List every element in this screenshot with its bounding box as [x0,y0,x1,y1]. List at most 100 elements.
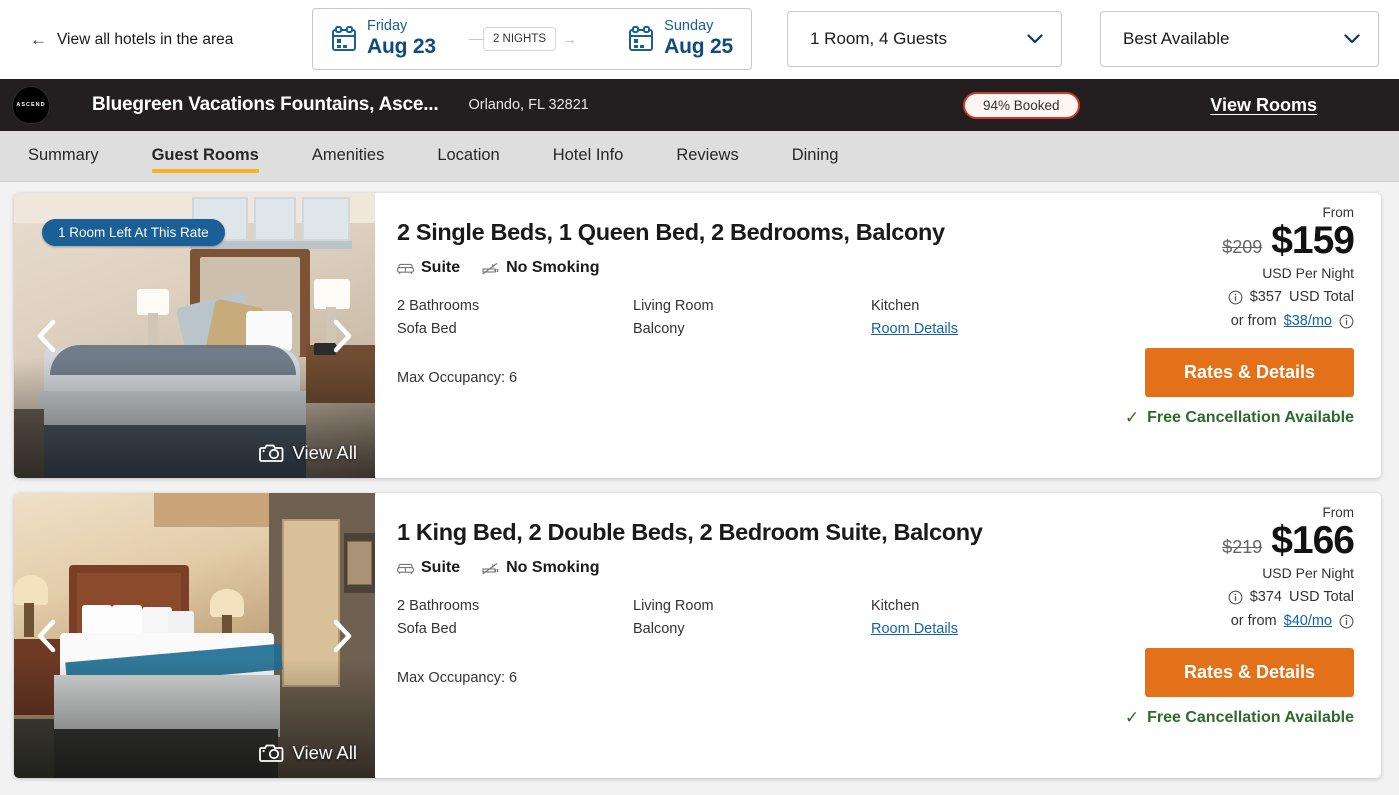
checkin-date-value: Aug 23 [367,34,436,58]
max-occupancy: Max Occupancy: 6 [397,670,518,686]
carousel-next-button[interactable] [325,313,359,359]
chevron-right-icon [333,619,352,652]
no-smoking-icon [482,562,499,574]
room-pricing: From $209 $159 USD Per Night $357 USD To… [1123,193,1381,478]
room-photo-carousel[interactable]: 1 Room Left At This Rate View All [14,193,375,478]
hotel-logo-text: ASCEND [16,102,46,108]
feature-item: Sofa Bed [397,321,457,337]
guests-value: 1 Room, 4 Guests [810,29,948,48]
check-icon: ✓ [1124,708,1140,727]
from-label: From [1322,205,1355,220]
info-circle-icon[interactable] [1228,590,1243,605]
view-all-photos-button[interactable]: View All [258,742,357,764]
info-circle-icon[interactable] [1339,314,1354,329]
nights-line-left [468,38,483,40]
smoking-policy-tag: No Smoking [482,559,599,577]
feature-item: Living Room [633,298,714,314]
room-type-tag: Suite [397,559,460,577]
camera-icon [258,744,283,762]
carousel-prev-button[interactable] [30,613,64,659]
view-all-photos-button[interactable]: View All [258,442,357,464]
hotel-name: Bluegreen Vacations Fountains, Asce... [92,94,439,115]
chevron-left-icon [37,319,56,352]
no-smoking-icon [482,262,499,274]
rates-and-details-button[interactable]: Rates & Details [1145,348,1354,397]
smoking-policy-label: No Smoking [506,559,600,576]
tab-guest-rooms[interactable]: Guest Rooms [151,131,260,182]
carousel-next-button[interactable] [325,613,359,659]
free-cancellation-label: Free Cancellation Available [1147,709,1354,726]
info-circle-icon[interactable] [1339,614,1354,629]
sofa-icon [397,263,414,274]
free-cancellation-note: ✓ Free Cancellation Available [1123,708,1354,728]
chevron-right-icon [333,319,352,352]
room-type-label: Suite [421,559,461,576]
checkout-date[interactable]: Sunday Aug 25 [610,18,751,59]
total-price-row: $357 USD Total [1123,289,1354,305]
rate-plan-dropdown[interactable]: Best Available [1100,11,1379,67]
search-toolbar: ← View all hotels in the area Friday Aug… [0,0,1399,79]
price-row: $219 $166 [1123,519,1355,562]
current-price: $166 [1271,519,1355,562]
total-price-label: USD Total [1288,589,1354,605]
monthly-payment-row: or from $40/mo [1123,613,1354,629]
free-cancellation-label: Free Cancellation Available [1147,409,1354,426]
tab-amenities[interactable]: Amenities [312,131,384,182]
calendar-icon [332,25,356,51]
original-price: $209 [1222,237,1263,257]
room-tag-list: Suite No Smoking [397,559,1113,577]
price-row: $209 $159 [1123,219,1355,262]
hotel-section-tabs: Summary Guest Rooms Amenities Location H… [0,131,1399,182]
room-details-link[interactable]: Room Details [871,321,1113,337]
feature-item: Sofa Bed [397,621,457,637]
tab-location[interactable]: Location [437,131,499,182]
view-rooms-link[interactable]: View Rooms [1210,95,1317,116]
price-unit-label: USD Per Night [1262,265,1354,281]
total-price-value: $374 [1249,589,1282,605]
tab-dining[interactable]: Dining [792,131,839,182]
tab-summary[interactable]: Summary [28,131,99,182]
room-features: 2 Bathrooms Living Room Kitchen Sofa Bed… [397,298,1113,337]
arrow-left-icon: ← [30,30,47,49]
chevron-down-icon [1027,34,1043,44]
date-range-picker[interactable]: Friday Aug 23 2 NIGHTS → Sunday Aug 25 [312,8,752,70]
calendar-icon [629,25,654,51]
room-type-label: Suite [421,259,461,276]
tab-hotel-info[interactable]: Hotel Info [553,131,624,182]
guests-dropdown[interactable]: 1 Room, 4 Guests [787,11,1062,67]
rates-and-details-button[interactable]: Rates & Details [1145,648,1354,697]
room-type-tag: Suite [397,259,460,277]
checkout-date-value: Aug 25 [664,34,733,58]
chevron-left-icon [37,619,56,652]
room-photo-carousel[interactable]: View All [14,493,375,778]
camera-icon [258,444,283,462]
room-details-link[interactable]: Room Details [871,621,1113,637]
free-cancellation-note: ✓ Free Cancellation Available [1123,408,1354,428]
total-price-value: $357 [1249,289,1282,305]
booked-percentage-badge: 94% Booked [963,92,1080,119]
check-icon: ✓ [1124,408,1140,427]
room-card: View All 1 King Bed, 2 Double Beds, 2 Be… [14,493,1381,778]
chevron-down-icon [1344,34,1360,44]
monthly-payment-link[interactable]: $40/mo [1284,613,1332,629]
current-price: $159 [1271,219,1355,262]
feature-item: 2 Bathrooms [397,598,480,614]
view-all-label: View All [292,742,357,763]
room-title: 1 King Bed, 2 Double Beds, 2 Bedroom Sui… [397,519,983,545]
monthly-payment-row: or from $38/mo [1123,313,1354,329]
feature-item: Living Room [633,598,714,614]
monthly-payment-link[interactable]: $38/mo [1284,313,1332,329]
hotel-logo: ASCEND [12,86,50,124]
total-price-label: USD Total [1288,289,1354,305]
nights-indicator: 2 NIGHTS → [436,27,610,51]
from-label: From [1322,505,1355,520]
view-all-label: View All [292,442,357,463]
carousel-prev-button[interactable] [30,313,64,359]
hotel-header-bar: ASCEND Bluegreen Vacations Fountains, As… [0,79,1399,131]
info-circle-icon[interactable] [1228,290,1243,305]
max-occupancy: Max Occupancy: 6 [397,370,518,386]
tab-reviews[interactable]: Reviews [676,131,738,182]
back-to-hotels-link[interactable]: ← View all hotels in the area [30,31,233,49]
checkin-date[interactable]: Friday Aug 23 [313,18,436,59]
hotel-location: Orlando, FL 32821 [468,97,589,113]
